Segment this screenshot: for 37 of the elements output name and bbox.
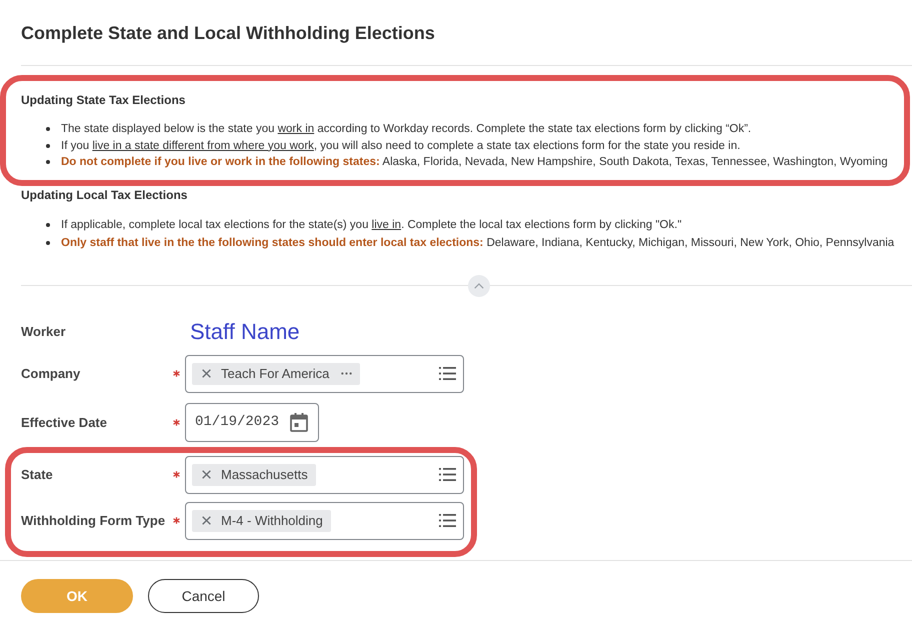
x-icon[interactable] <box>202 369 211 378</box>
section-heading: Updating State Tax Elections <box>21 92 186 108</box>
list-icon[interactable] <box>439 468 456 481</box>
prompt-field[interactable]: Teach For America <box>185 354 464 392</box>
prompt-field[interactable]: M-4 - Withholding <box>185 502 464 540</box>
worker-name: Staff Name <box>189 318 300 344</box>
field-label: Worker <box>21 324 66 339</box>
bullet-text: The state displayed below is the state you work in according to Workday records. Complete the state tax elections form by clicking “Ok”. <box>61 122 752 137</box>
calendar-icon[interactable] <box>290 412 308 432</box>
bullet-text: Only staff that live in the the following states should enter local tax elections: Delaware, Indiana, Kentucky, Michigan, Missouri, New York, Ohio, Pennsylvania <box>61 236 894 250</box>
list-icon[interactable] <box>439 367 456 380</box>
x-icon[interactable] <box>202 470 211 479</box>
field-label: State <box>21 467 53 482</box>
bullet-icon <box>46 160 50 164</box>
bullet-text: If you live in a state different from where you work, you will also need to complete a state tax elections form for the state you reside in. <box>61 138 740 154</box>
selected-value: Teach For America <box>221 366 330 381</box>
chevron-up-icon <box>474 282 484 288</box>
more-dots-icon[interactable] <box>341 372 352 375</box>
prompt-field[interactable]: Massachusetts <box>185 456 464 494</box>
date-field[interactable]: 01/19/2023 <box>185 402 319 442</box>
collapse-button[interactable] <box>468 274 490 296</box>
bullet-icon <box>46 222 50 226</box>
selected-value: M-4 - Withholding <box>221 513 323 528</box>
x-icon[interactable] <box>202 516 211 525</box>
bullet-icon <box>46 240 50 244</box>
field-label: Company <box>21 366 80 381</box>
bullet-text: Do not complete if you live or work in the following states: Alaska, Florida, Nevada, New Hampshire, South Dakota, Texas, Tennessee, Washington, Wyoming <box>61 155 888 170</box>
section-heading: Updating Local Tax Elections <box>21 186 188 202</box>
bullet-text: If applicable, complete local tax elections for the state(s) you live in. Complete the local tax elections form by clicking "Ok." <box>61 218 682 232</box>
field-label: Effective Date <box>21 414 107 430</box>
cancel-button[interactable]: Cancel <box>148 578 259 612</box>
list-icon[interactable] <box>439 514 456 527</box>
field-label: Withholding Form Type <box>21 513 166 528</box>
selected-value: Massachusetts <box>221 467 308 482</box>
bullet-icon <box>46 144 50 148</box>
page-title: Complete State and Local Withholding Elections <box>21 22 435 45</box>
bullet-icon <box>46 127 50 132</box>
